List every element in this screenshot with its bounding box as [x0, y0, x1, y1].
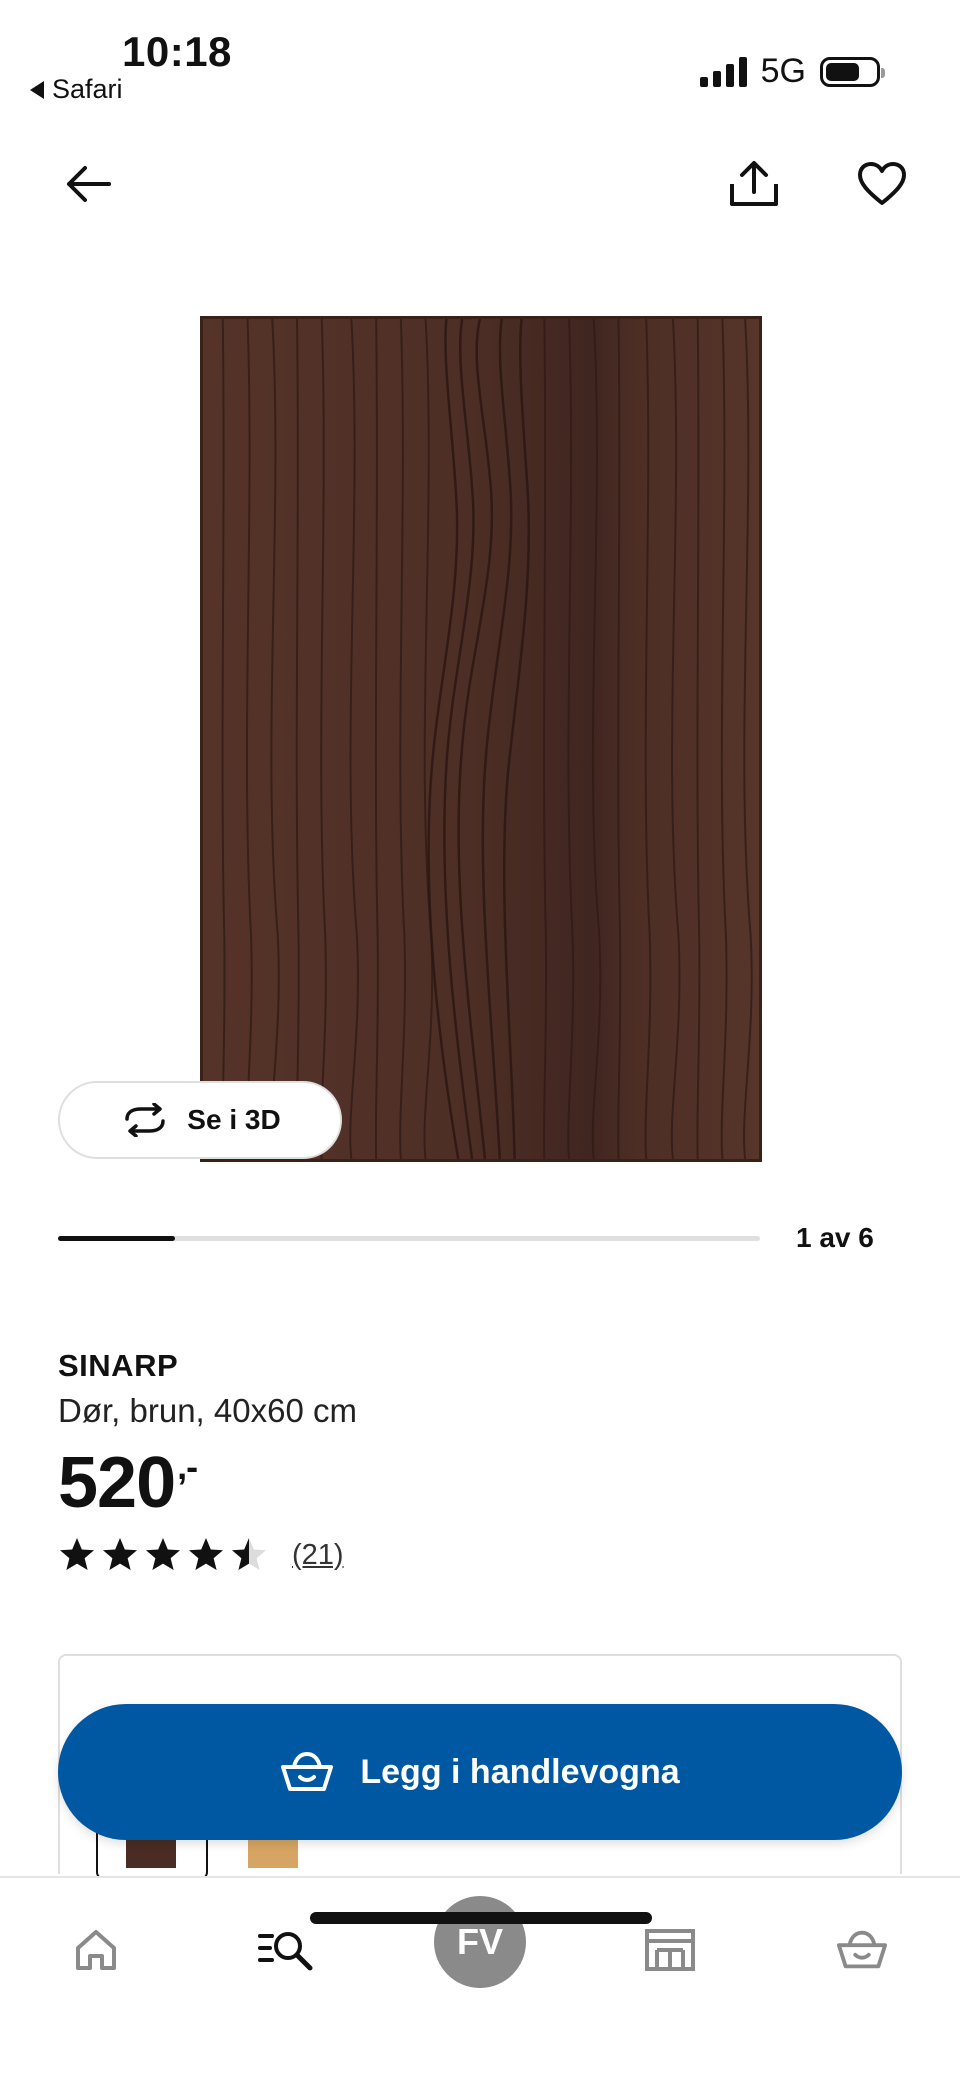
basket-icon	[836, 1930, 888, 1969]
arrow-left-icon	[67, 166, 111, 202]
basket-icon	[281, 1751, 334, 1791]
price-suffix: ,-	[177, 1446, 198, 1487]
product-price: 520 ,-	[58, 1442, 198, 1524]
star-full-icon	[146, 1538, 180, 1570]
view-3d-button[interactable]: Se i 3D	[58, 1081, 342, 1159]
search-list-icon	[258, 1932, 313, 1971]
store-icon	[645, 1929, 695, 1971]
variant-swatch-brown[interactable]	[126, 1838, 176, 1868]
back-triangle-icon	[30, 80, 44, 99]
product-image[interactable]	[200, 316, 762, 1162]
share-icon	[730, 161, 778, 206]
home-indicator	[310, 1912, 652, 1924]
share-button[interactable]	[718, 148, 790, 220]
star-full-icon	[103, 1538, 137, 1570]
favorite-button[interactable]	[846, 148, 918, 220]
review-count-link[interactable]: (21)	[292, 1539, 344, 1572]
heart-icon	[858, 162, 906, 205]
nav-profile-avatar[interactable]: FV	[434, 1896, 526, 1988]
product-description: Dør, brun, 40x60 cm	[58, 1392, 357, 1429]
carousel-pager: 1 av 6	[796, 1222, 874, 1253]
variant-swatch-oak[interactable]	[248, 1838, 298, 1868]
status-time: 10:18	[122, 28, 232, 75]
nav-store[interactable]	[634, 1914, 706, 1986]
back-app-label: Safari	[52, 74, 123, 104]
star-full-icon	[189, 1538, 223, 1570]
nav-home[interactable]	[60, 1914, 132, 1986]
price-value: 520	[58, 1443, 176, 1523]
rating-stars	[58, 1536, 268, 1574]
battery-icon	[820, 56, 885, 87]
add-to-cart-button[interactable]: Legg i handlevogna	[58, 1704, 902, 1840]
back-button[interactable]	[52, 148, 124, 220]
add-to-cart-label: Legg i handlevogna	[360, 1752, 680, 1791]
home-icon	[76, 1930, 116, 1970]
product-rating[interactable]: (21)	[58, 1536, 344, 1574]
star-half-icon	[232, 1538, 266, 1570]
signal-icon	[699, 56, 747, 87]
status-indicators: 5G	[699, 52, 885, 91]
view-3d-label: Se i 3D	[187, 1104, 281, 1135]
product-name: SINARP	[58, 1348, 179, 1383]
rotate-3d-icon	[125, 1103, 166, 1137]
carousel-progress	[58, 1236, 760, 1241]
nav-cart[interactable]	[826, 1914, 898, 1986]
star-full-icon	[60, 1538, 94, 1570]
wood-grain-image	[203, 319, 759, 1159]
bottom-navigation: FV	[0, 1876, 960, 2081]
carousel-progress-fill	[58, 1236, 175, 1241]
network-label: 5G	[760, 52, 806, 90]
back-to-app[interactable]: Safari	[30, 74, 123, 105]
nav-search[interactable]	[250, 1914, 322, 1986]
profile-initials: FV	[456, 1921, 503, 1962]
